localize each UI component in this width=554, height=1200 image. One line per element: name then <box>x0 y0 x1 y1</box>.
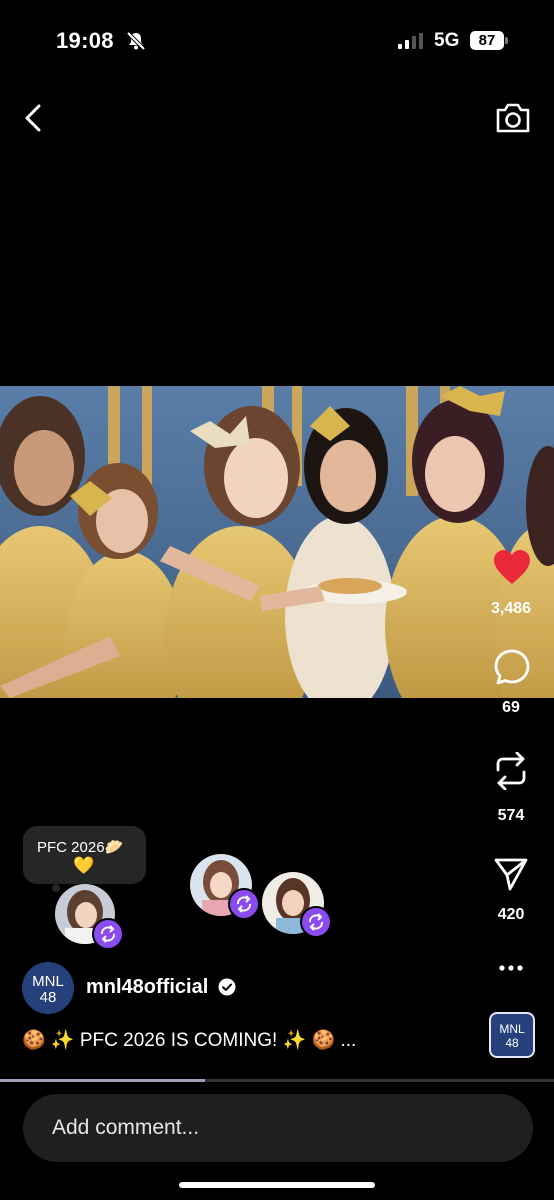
audio-source-logo[interactable]: MNL 48 <box>489 1012 535 1058</box>
back-icon <box>25 104 41 132</box>
bubble-tail <box>52 884 60 892</box>
battery-indicator: 87 <box>470 31 504 50</box>
like-count: 3,486 <box>490 600 532 617</box>
bell-muted-icon <box>126 31 146 51</box>
repost-note-text: PFC 2026🥟 <box>37 839 124 856</box>
camera-icon <box>496 103 530 133</box>
repost-badge-icon <box>309 913 323 931</box>
repost-badge <box>300 906 332 938</box>
like-button[interactable] <box>492 548 532 588</box>
logo-mark-2: 48 <box>40 989 57 1006</box>
logo-mark: MNL <box>32 973 64 990</box>
repost-note-emoji: 💛 <box>73 856 95 875</box>
repost-icon <box>496 751 526 791</box>
account-avatar[interactable]: MNL 48 <box>22 962 74 1014</box>
signal-icon <box>398 33 423 49</box>
video-frame <box>0 386 554 698</box>
video-player[interactable] <box>0 386 554 698</box>
verified-icon <box>218 978 236 996</box>
comment-placeholder: Add comment... <box>52 1116 200 1139</box>
share-icon <box>494 858 528 891</box>
video-progress-fill <box>0 1079 205 1082</box>
logo-mark-2: 48 <box>505 1036 519 1050</box>
mnl48-logo: MNL 48 <box>499 1022 525 1050</box>
comment-button[interactable] <box>493 648 531 686</box>
repost-button[interactable] <box>493 751 529 791</box>
home-indicator <box>179 1182 375 1188</box>
repost-count: 574 <box>497 807 525 824</box>
repost-badge <box>228 888 260 920</box>
logo-mark: MNL <box>499 1022 525 1036</box>
back-button[interactable] <box>18 100 48 136</box>
account-name[interactable]: mnl48official <box>86 976 208 999</box>
share-button[interactable] <box>493 856 529 892</box>
share-count: 420 <box>497 906 525 923</box>
camera-button[interactable] <box>494 100 532 136</box>
repost-badge-icon <box>101 925 115 943</box>
post-caption[interactable]: 🍪 ✨ PFC 2026 IS COMING! ✨ 🍪 ... <box>22 1028 356 1052</box>
repost-badge <box>92 918 124 950</box>
comment-count: 69 <box>502 699 520 716</box>
heart-icon <box>494 550 530 584</box>
battery-tip <box>505 37 508 44</box>
more-icon <box>499 965 523 971</box>
more-button[interactable] <box>498 960 524 976</box>
mnl48-logo: MNL 48 <box>32 973 64 1006</box>
network-label: 5G <box>434 30 460 51</box>
comment-icon <box>494 649 530 685</box>
status-time: 19:08 <box>56 28 114 53</box>
repost-badge-icon <box>237 895 251 913</box>
